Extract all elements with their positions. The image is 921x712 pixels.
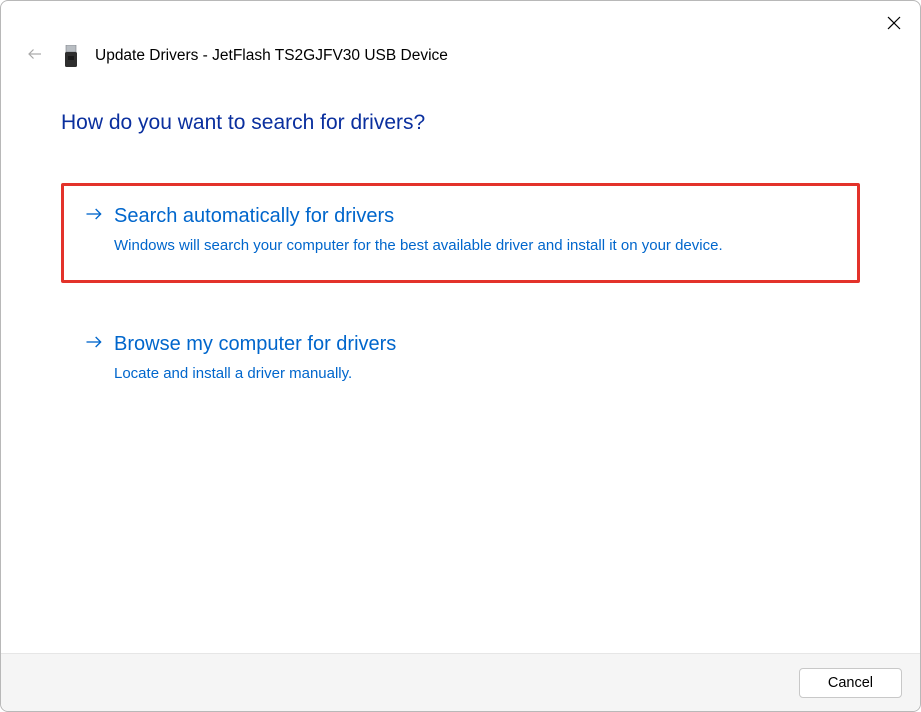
update-drivers-dialog: Update Drivers - JetFlash TS2GJFV30 USB … (0, 0, 921, 712)
back-arrow-icon (26, 45, 44, 68)
dialog-content: How do you want to search for drivers? S… (1, 81, 920, 653)
option-head: Browse my computer for drivers (84, 332, 835, 357)
header-row: Update Drivers - JetFlash TS2GJFV30 USB … (1, 45, 920, 81)
arrow-right-icon (84, 332, 104, 357)
device-icon (63, 45, 79, 67)
option-search-automatically[interactable]: Search automatically for drivers Windows… (61, 183, 860, 283)
back-button (25, 46, 45, 66)
dialog-footer: Cancel (1, 653, 920, 711)
arrow-right-icon (84, 204, 104, 229)
cancel-button[interactable]: Cancel (799, 668, 902, 698)
close-button[interactable] (880, 9, 908, 37)
dialog-title: Update Drivers - JetFlash TS2GJFV30 USB … (95, 47, 448, 65)
option-title: Search automatically for drivers (114, 205, 394, 228)
option-title: Browse my computer for drivers (114, 333, 396, 356)
option-browse-computer[interactable]: Browse my computer for drivers Locate an… (61, 311, 860, 411)
option-head: Search automatically for drivers (84, 204, 835, 229)
close-icon (886, 15, 902, 31)
option-description: Windows will search your computer for th… (84, 235, 724, 258)
titlebar (1, 1, 920, 45)
prompt-heading: How do you want to search for drivers? (61, 111, 860, 135)
option-description: Locate and install a driver manually. (84, 363, 724, 386)
